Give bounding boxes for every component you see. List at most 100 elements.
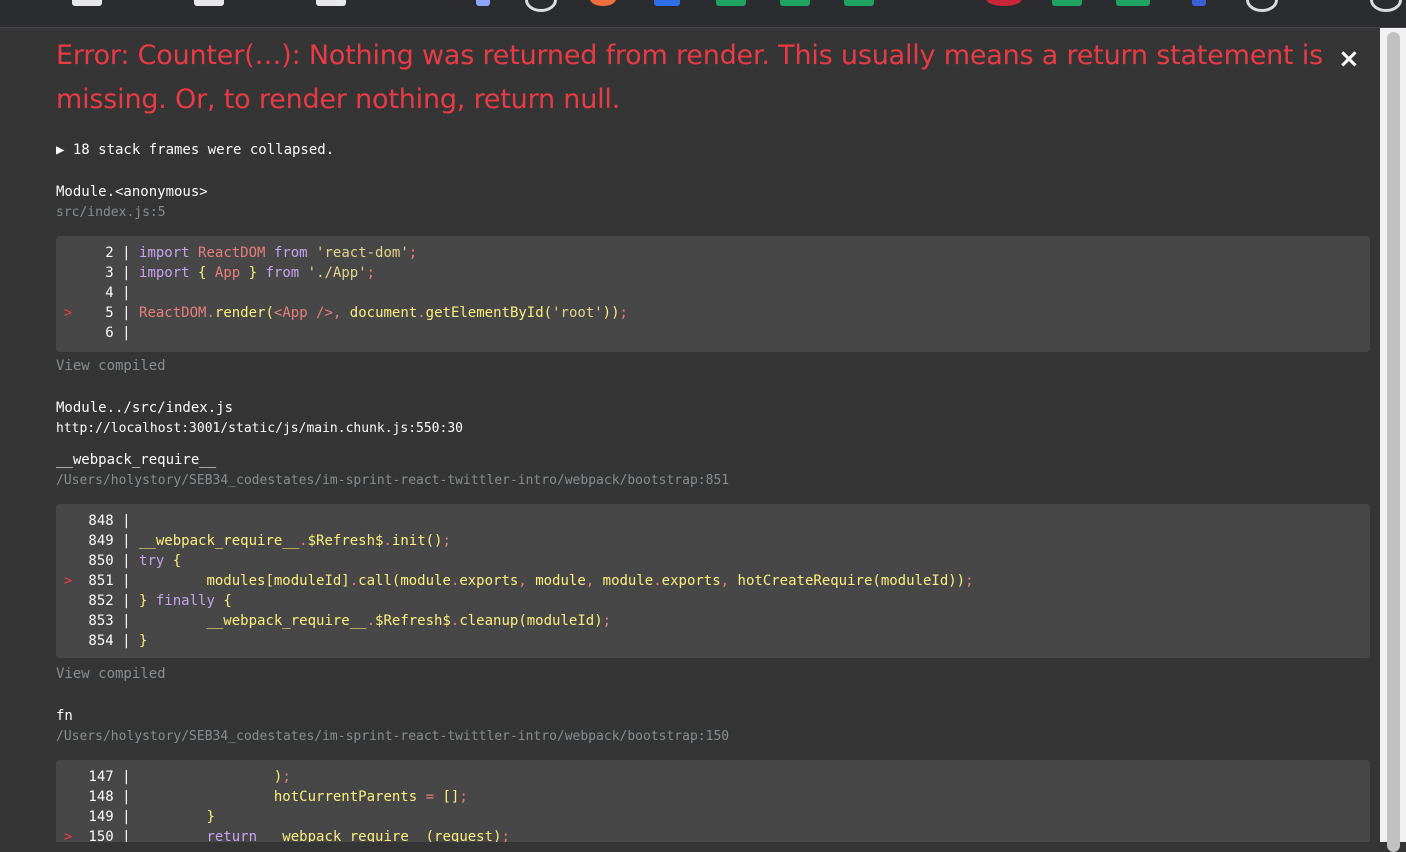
code-token: $Refresh$ [375,613,451,629]
bookmark-icon[interactable] [590,0,616,6]
code-token: ; [366,265,376,281]
code-token: hotCurrentParents [139,789,426,805]
code-token: , [518,573,536,589]
error-message: Error: Counter(…): Nothing was returned … [56,40,1323,115]
line-number: 849 [80,533,114,549]
code-line: 849 | __webpack_require__.$Refresh$.init… [80,533,451,549]
code-token: ) [139,769,283,785]
code-token: . [206,305,215,321]
frame-location: /Users/holystory/SEB34_codestates/im-spr… [56,473,730,488]
code-line: 3 | import { App } from './App'; [80,265,376,281]
bookmark-icon[interactable] [1246,0,1278,12]
line-number: 3 [80,265,114,281]
code-token: from [265,265,308,281]
code-token: <App / [273,305,325,321]
line-marker: > [63,573,73,589]
code-token: . [653,573,662,589]
code-token: finally [155,593,224,609]
frame-function-name: __webpack_require__ [56,452,217,468]
frame-location: http://localhost:3001/static/js/main.chu… [56,421,463,436]
code-token: ReactDOM [198,245,266,261]
bookmark-icon[interactable] [1052,0,1082,6]
code-token: from [265,245,317,261]
scrollbar-thumb[interactable] [1387,32,1400,852]
code-line: 2 | import ReactDOM from 'react-dom'; [80,245,418,261]
code-line: > 5 | ReactDOM.render(<App />, document.… [56,303,1370,323]
bookmark-icon[interactable] [194,0,224,6]
code-token: $Refresh$ [307,533,384,549]
code-line: 853 | __webpack_require__.$Refresh$.clea… [80,613,612,629]
code-token: ; [965,573,974,589]
code-token: cleanup(moduleId) [459,613,603,629]
close-icon[interactable]: × [1338,44,1360,74]
code-token: , [720,573,738,589]
line-number: 851 [80,573,114,589]
code-token: './App' [307,265,367,281]
code-line: 4 | [80,285,140,301]
code-token: ; [442,533,451,549]
bookmark-icon[interactable] [316,0,346,6]
code-token: try [139,553,173,569]
bookmark-icon[interactable] [716,0,746,6]
collapsed-frames-toggle[interactable]: ▶ 18 stack frames were collapsed. [56,142,334,158]
bookmark-icon[interactable] [1116,0,1150,6]
vertical-scrollbar[interactable] [1380,28,1406,852]
code-token: init() [391,533,443,549]
code-line: 6 | [80,325,140,341]
code-token: __webpack_require__(request) [265,829,502,842]
code-token: )) [602,305,620,321]
code-token: = [425,789,443,805]
code-token: module [535,573,586,589]
code-token: ; [602,613,612,629]
view-compiled-link[interactable]: View compiled [56,358,166,374]
code-line: 148 | hotCurrentParents = []; [80,789,468,805]
code-token: . [349,573,359,589]
line-number: 149 [80,809,114,825]
code-line: 854 | } [80,633,148,649]
browser-bookmarks-bar [0,0,1406,28]
code-token: exports [459,573,519,589]
code-token: getElementById( [425,305,553,321]
error-overlay: Error: Counter(…): Nothing was returned … [0,28,1380,842]
code-snippet: 848 | 849 | __webpack_require__.$Refresh… [56,504,1370,658]
bookmark-icon[interactable] [1370,0,1402,12]
code-token: >, [324,305,350,321]
frame-location: /Users/holystory/SEB34_codestates/im-spr… [56,729,730,744]
code-token: import [139,245,199,261]
code-token: __webpack_require__ [139,613,367,629]
code-token: } [139,593,156,609]
code-token: , [585,573,603,589]
code-line: 149 | } [80,809,215,825]
code-token: . [299,533,308,549]
line-number: 147 [80,769,114,785]
bookmark-icon[interactable] [72,0,102,6]
code-token: __webpack_require__ [139,533,300,549]
code-token: document [349,305,418,321]
line-number: 850 [80,553,114,569]
code-token: } [139,633,148,649]
bookmark-icon[interactable] [525,0,557,12]
bookmark-icon[interactable] [476,0,490,6]
code-snippet: 147 | ); 148 | hotCurrentParents = []; 1… [56,760,1370,842]
frame-function-name: Module.<anonymous> [56,184,208,200]
code-line: > 851 | modules[moduleId].call(module.ex… [56,571,1370,591]
code-token: return [139,829,266,842]
line-marker: > [63,305,73,321]
line-number: 2 [80,245,114,261]
bookmark-icon[interactable] [780,0,810,6]
line-number: 854 [80,633,114,649]
bookmark-icon[interactable] [1192,0,1206,6]
code-token: { [223,593,232,609]
bookmark-icon[interactable] [986,0,1022,6]
code-line: 852 | } finally { [80,593,232,609]
line-marker: > [63,829,73,842]
bookmark-icon[interactable] [844,0,874,6]
code-token: call(module [358,573,451,589]
code-token: [] [442,789,460,805]
line-number: 4 [80,285,114,301]
view-compiled-link[interactable]: View compiled [56,666,166,682]
code-line: 147 | ); [80,769,291,785]
line-number: 848 [80,513,114,529]
code-token: render( [214,305,274,321]
bookmark-icon[interactable] [654,0,680,6]
